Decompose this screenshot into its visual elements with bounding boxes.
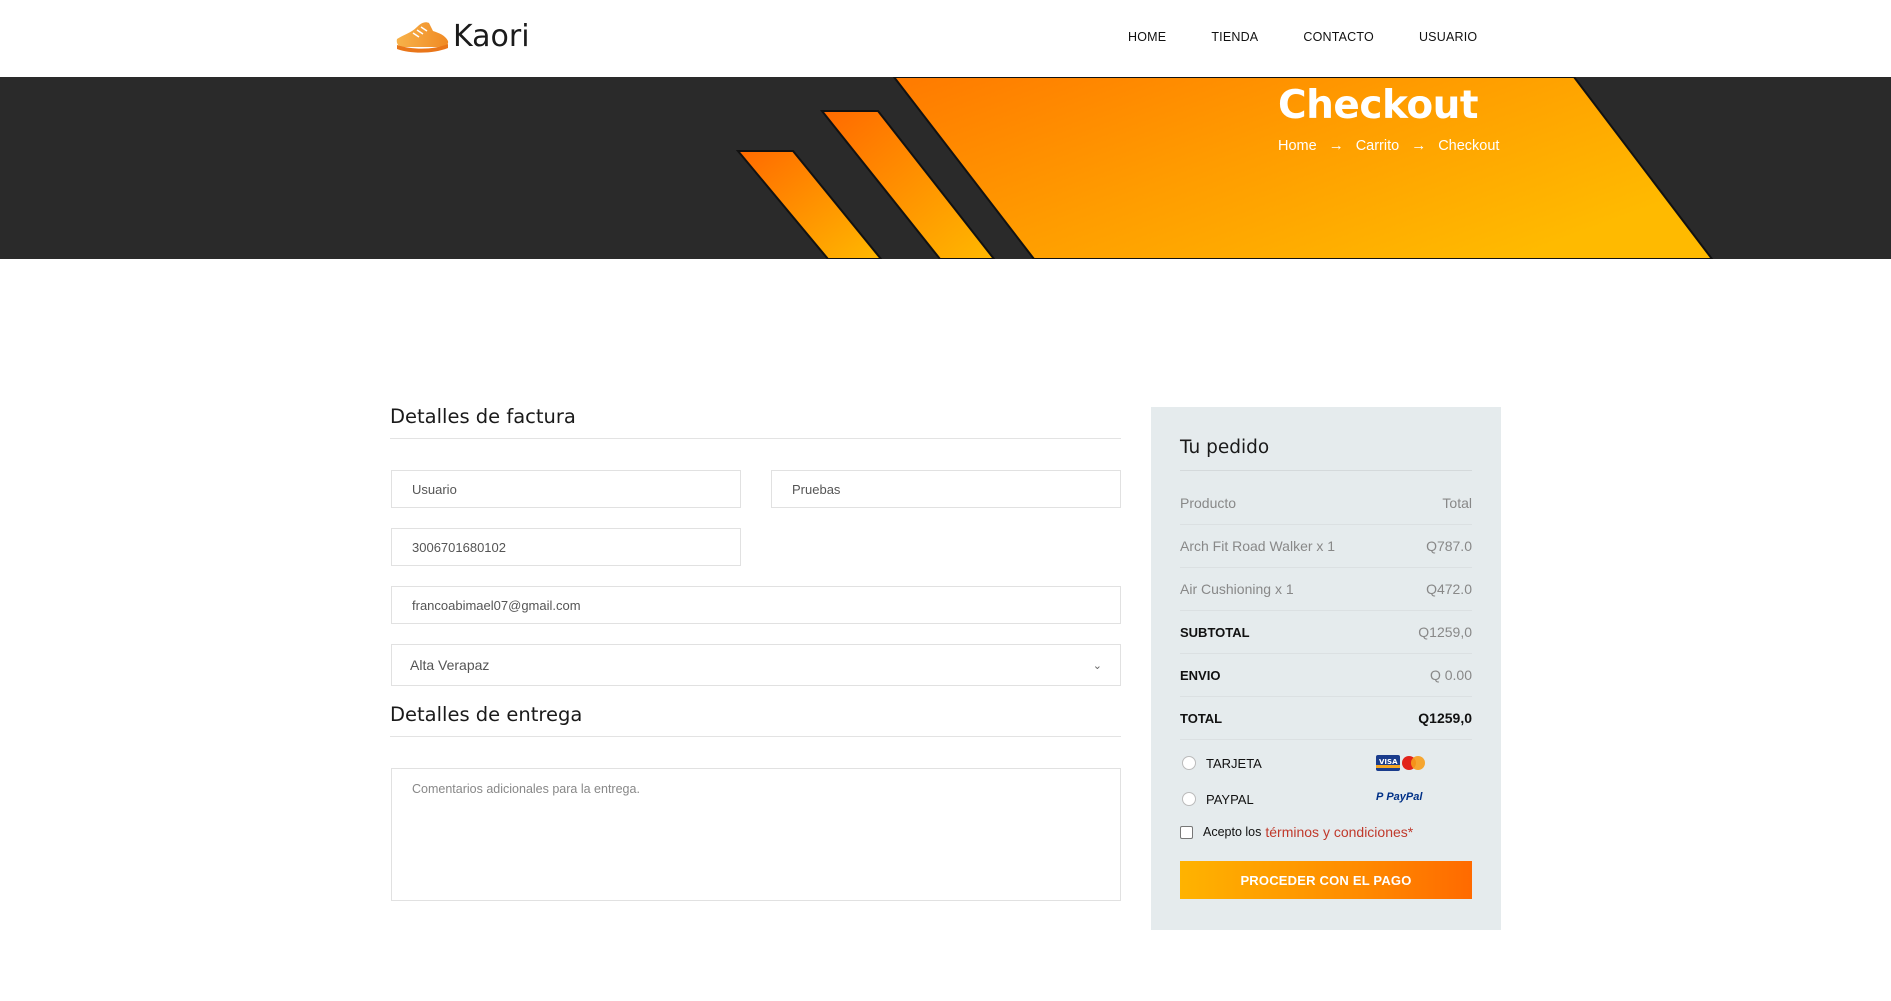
paypal-icon: P PayPal: [1376, 791, 1423, 803]
chevron-down-icon: ⌄: [1092, 659, 1102, 672]
col-product-label: Producto: [1180, 495, 1237, 511]
order-header-row: Producto Total: [1180, 482, 1472, 525]
total-value: Q1259,0: [1418, 710, 1472, 726]
paypal-radio[interactable]: [1182, 792, 1196, 806]
first-name-field[interactable]: [391, 470, 741, 508]
total-row: TOTAL Q1259,0: [1180, 697, 1472, 740]
order-title: Tu pedido: [1180, 437, 1472, 471]
item-price: Q472.0: [1426, 581, 1472, 597]
card-radio[interactable]: [1182, 756, 1196, 770]
breadcrumb: Home → Carrito → Checkout: [1278, 137, 1499, 154]
card-logos-icon: VISA: [1376, 754, 1428, 772]
shipping-label: ENVIO: [1180, 667, 1221, 683]
hero-banner: Checkout Home → Carrito → Checkout: [0, 77, 1891, 259]
order-summary-panel: Tu pedido Producto Total Arch Fit Road W…: [1151, 407, 1501, 930]
subtotal-row: SUBTOTAL Q1259,0: [1180, 611, 1472, 654]
nav-tienda[interactable]: TIENDA: [1211, 30, 1258, 44]
subtotal-label: SUBTOTAL: [1180, 624, 1250, 640]
shipping-row: ENVIO Q 0.00: [1180, 654, 1472, 697]
svg-text:VISA: VISA: [1379, 758, 1398, 766]
last-name-field[interactable]: [771, 470, 1121, 508]
breadcrumb-checkout: Checkout: [1438, 137, 1500, 154]
arrow-right-icon: →: [1328, 137, 1344, 154]
nit-field[interactable]: [391, 528, 741, 566]
main-nav: HOME TIENDA CONTACTO USUARIO: [1128, 30, 1522, 44]
site-header: Kaori HOME TIENDA CONTACTO USUARIO: [0, 0, 1891, 77]
page-title: Checkout: [1278, 83, 1479, 128]
item-name: Air Cushioning x 1: [1180, 581, 1294, 597]
email-field[interactable]: [391, 586, 1121, 624]
terms-link[interactable]: términos y condiciones*: [1265, 824, 1413, 840]
brand-name: Kaori: [453, 18, 530, 54]
terms-prefix: Acepto los: [1203, 825, 1262, 839]
terms-acceptance: Acepto los términos y condiciones*: [1180, 824, 1413, 840]
nav-home[interactable]: HOME: [1128, 30, 1166, 44]
billing-title: Detalles de factura: [390, 405, 1121, 439]
department-select[interactable]: Alta Verapaz ⌄: [391, 644, 1121, 686]
order-item-row: Air Cushioning x 1 Q472.0: [1180, 568, 1472, 611]
order-item-row: Arch Fit Road Walker x 1 Q787.0: [1180, 525, 1472, 568]
brand-logo[interactable]: Kaori: [393, 17, 530, 55]
col-total-label: Total: [1442, 495, 1472, 511]
nav-usuario[interactable]: USUARIO: [1419, 30, 1477, 44]
sneaker-icon: [396, 22, 449, 53]
terms-checkbox[interactable]: [1180, 825, 1193, 839]
breadcrumb-carrito[interactable]: Carrito: [1356, 138, 1400, 154]
breadcrumb-home[interactable]: Home: [1278, 138, 1317, 154]
arrow-right-icon: →: [1411, 137, 1427, 154]
pay-paypal-label: PAYPAL: [1206, 791, 1254, 807]
pay-card-label: TARJETA: [1206, 755, 1262, 771]
nav-contacto[interactable]: CONTACTO: [1303, 30, 1374, 44]
item-name: Arch Fit Road Walker x 1: [1180, 538, 1336, 554]
paypal-logo-text: PayPal: [1386, 791, 1423, 803]
shipping-value: Q 0.00: [1429, 667, 1472, 683]
subtotal-value: Q1259,0: [1418, 624, 1472, 640]
department-value: Alta Verapaz: [410, 657, 490, 673]
pay-option-card[interactable]: TARJETA VISA: [1180, 751, 1472, 775]
proceed-payment-button[interactable]: PROCEDER CON EL PAGO: [1180, 861, 1472, 899]
hero-stripes-graphic: [735, 77, 1714, 259]
delivery-comments-field[interactable]: [391, 768, 1121, 901]
item-price: Q787.0: [1426, 538, 1472, 554]
total-label: TOTAL: [1180, 710, 1223, 726]
visa-mastercard-icon: VISA: [1376, 755, 1425, 771]
delivery-title: Detalles de entrega: [390, 703, 1121, 737]
pay-option-paypal[interactable]: PAYPAL P PayPal: [1180, 787, 1472, 811]
